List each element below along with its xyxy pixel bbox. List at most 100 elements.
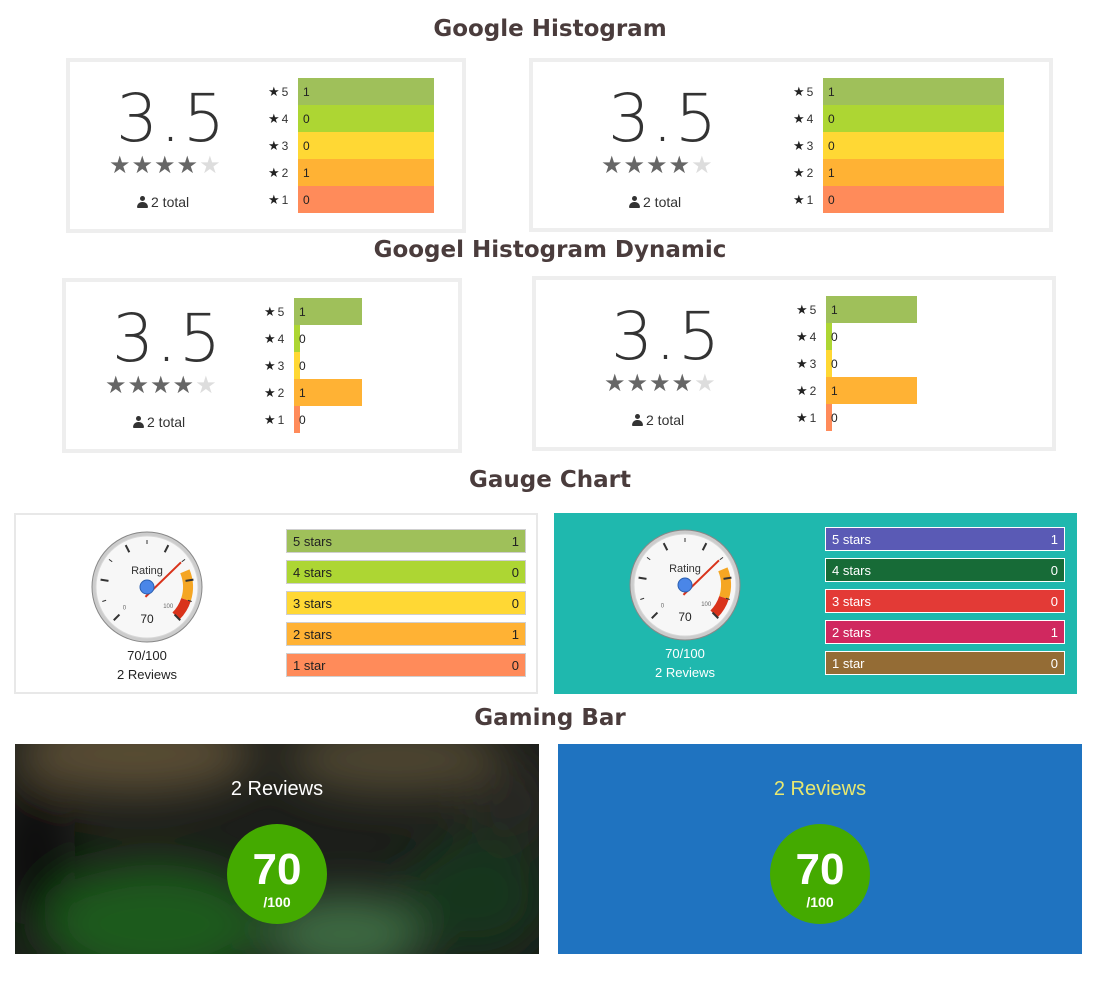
histogram-star-number: 5 [806, 85, 814, 99]
histogram-star-number: 1 [806, 193, 814, 207]
histogram-star-number: 5 [277, 305, 285, 319]
star-icon: ★ [268, 84, 280, 99]
histogram-count: 1 [299, 386, 306, 400]
star-icon: ★ [109, 152, 132, 179]
gauge-rating-bar: 5 stars 1 [825, 527, 1065, 551]
gaming-panel-blue: 2 Reviews 70 /100 [558, 744, 1082, 954]
gauge-bar-label: 1 star [293, 658, 326, 673]
gauge-hub [677, 577, 693, 593]
histogram-row: ★ 3 0 [793, 132, 1004, 159]
histogram-star-label: ★ 1 [268, 192, 296, 208]
histogram-star-label: ★ 3 [268, 138, 296, 154]
histogram-count: 0 [831, 357, 838, 371]
histogram-bar [823, 159, 1004, 186]
histogram-count: 0 [831, 330, 838, 344]
gauge-bar-label: 3 stars [832, 594, 872, 609]
star-icon: ★ [796, 329, 808, 344]
histogram-star-label: ★ 5 [793, 84, 821, 100]
histogram-row: ★ 1 0 [264, 406, 430, 433]
histogram-count: 0 [303, 193, 310, 207]
gauge-reviews-text: 2 Reviews [117, 667, 177, 682]
star-icon: ★ [264, 385, 276, 400]
histogram-star-number: 5 [809, 303, 817, 317]
star-icon: ★ [150, 372, 173, 399]
gauge-rating-bar: 2 stars 1 [825, 620, 1065, 644]
average-score: 3.5 [611, 298, 722, 375]
histogram-star-label: ★ 3 [796, 356, 824, 372]
star-icon: ★ [264, 412, 276, 427]
histogram-bar [823, 186, 1004, 213]
gauge-rating-bar: 4 stars 0 [286, 560, 526, 584]
gaming-panel-dark: 2 Reviews 70 /100 [15, 744, 539, 954]
total-reviews-text: 2 total [151, 194, 190, 210]
star-icon: ★ [796, 410, 808, 425]
gauge-rating-bar: 4 stars 0 [825, 558, 1065, 582]
histogram-row: ★ 5 1 [796, 296, 1007, 323]
histogram-count: 0 [303, 139, 310, 153]
histogram-row: ★ 4 0 [796, 323, 1007, 350]
star-icon: ★ [793, 84, 805, 99]
gauge-bar-count: 1 [1050, 532, 1058, 547]
gauge-rating-bar: 1 star 0 [286, 653, 526, 677]
histogram-row: ★ 1 0 [793, 186, 1004, 213]
gauge-score-text: 70/100 [665, 646, 705, 661]
histogram-card: 3.5 ★★★★★ 2 total ★ 5 1 ★ 4 0 ★ 3 0 ★ 2 1 ★ 1 0 [529, 58, 1053, 232]
gauge-bar-label: 2 stars [832, 625, 872, 640]
histogram-star-label: ★ 1 [264, 412, 292, 428]
histogram-count: 1 [828, 166, 835, 180]
histogram-count: 0 [299, 332, 306, 346]
user-icon [632, 414, 643, 426]
section-title-gauge-chart: Gauge Chart [469, 467, 631, 493]
histogram-row: ★ 1 0 [796, 404, 1007, 431]
total-reviews: 2 total [133, 414, 185, 430]
gauge-tick [723, 576, 732, 580]
gauge-bar-label: 1 star [832, 656, 865, 671]
histogram-star-label: ★ 4 [268, 111, 296, 127]
histogram-row: ★ 4 0 [264, 325, 430, 352]
gauge-card-teal: 0 100 Rating 70 70/100 2 Reviews 5 stars 1 4 sta… [554, 513, 1077, 694]
histogram-row: ★ 4 0 [268, 105, 434, 132]
star-icon: ★ [131, 152, 155, 179]
histogram-star-label: ★ 4 [796, 329, 824, 345]
gauge-max-label: 100 [701, 602, 712, 608]
star-icon: ★ [793, 165, 805, 180]
histogram-star-label: ★ 3 [793, 138, 821, 154]
gauge-bar-count: 1 [511, 534, 519, 549]
average-score: 3.5 [112, 300, 223, 377]
histogram-count: 0 [303, 112, 310, 126]
gaming-score-circle: 70 /100 [770, 824, 870, 924]
star-icon: ★ [796, 356, 808, 371]
histogram-star-label: ★ 2 [268, 165, 296, 181]
section-title-histogram-dynamic: Googel Histogram Dynamic [373, 237, 727, 263]
star-icon: ★ [646, 152, 669, 179]
gauge-bar-count: 1 [1050, 625, 1058, 640]
star-icon: ★ [176, 152, 200, 179]
histogram-star-label: ★ 1 [793, 192, 821, 208]
histogram-count: 0 [828, 193, 835, 207]
histogram-bar [823, 105, 1004, 132]
gauge-max-label: 100 [163, 604, 174, 610]
histogram-count: 1 [303, 166, 310, 180]
user-icon [133, 416, 144, 428]
star-icon: ★ [671, 370, 695, 397]
histogram-star-number: 1 [277, 413, 285, 427]
histogram-row: ★ 3 0 [796, 350, 1007, 377]
star-icon: ★ [264, 331, 276, 346]
gauge-title-label: Rating [669, 563, 701, 575]
histogram-star-label: ★ 5 [268, 84, 296, 100]
star-icon: ★ [195, 372, 218, 399]
gauge-bar-count: 1 [511, 627, 519, 642]
gauge-rating-bar: 2 stars 1 [286, 622, 526, 646]
histogram-row: ★ 2 1 [796, 377, 1007, 404]
gauge-value-label: 70 [678, 610, 692, 624]
histogram-star-label: ★ 2 [793, 165, 821, 181]
histogram-star-label: ★ 4 [793, 111, 821, 127]
star-icon: ★ [264, 358, 276, 373]
gauge-dial: 0 100Rating70 [91, 531, 203, 643]
histogram-count: 1 [303, 85, 310, 99]
histogram-bar [826, 296, 917, 323]
histogram-star-number: 4 [277, 332, 285, 346]
histogram-bar [298, 105, 434, 132]
star-icon: ★ [172, 372, 196, 399]
histogram-count: 1 [831, 303, 838, 317]
